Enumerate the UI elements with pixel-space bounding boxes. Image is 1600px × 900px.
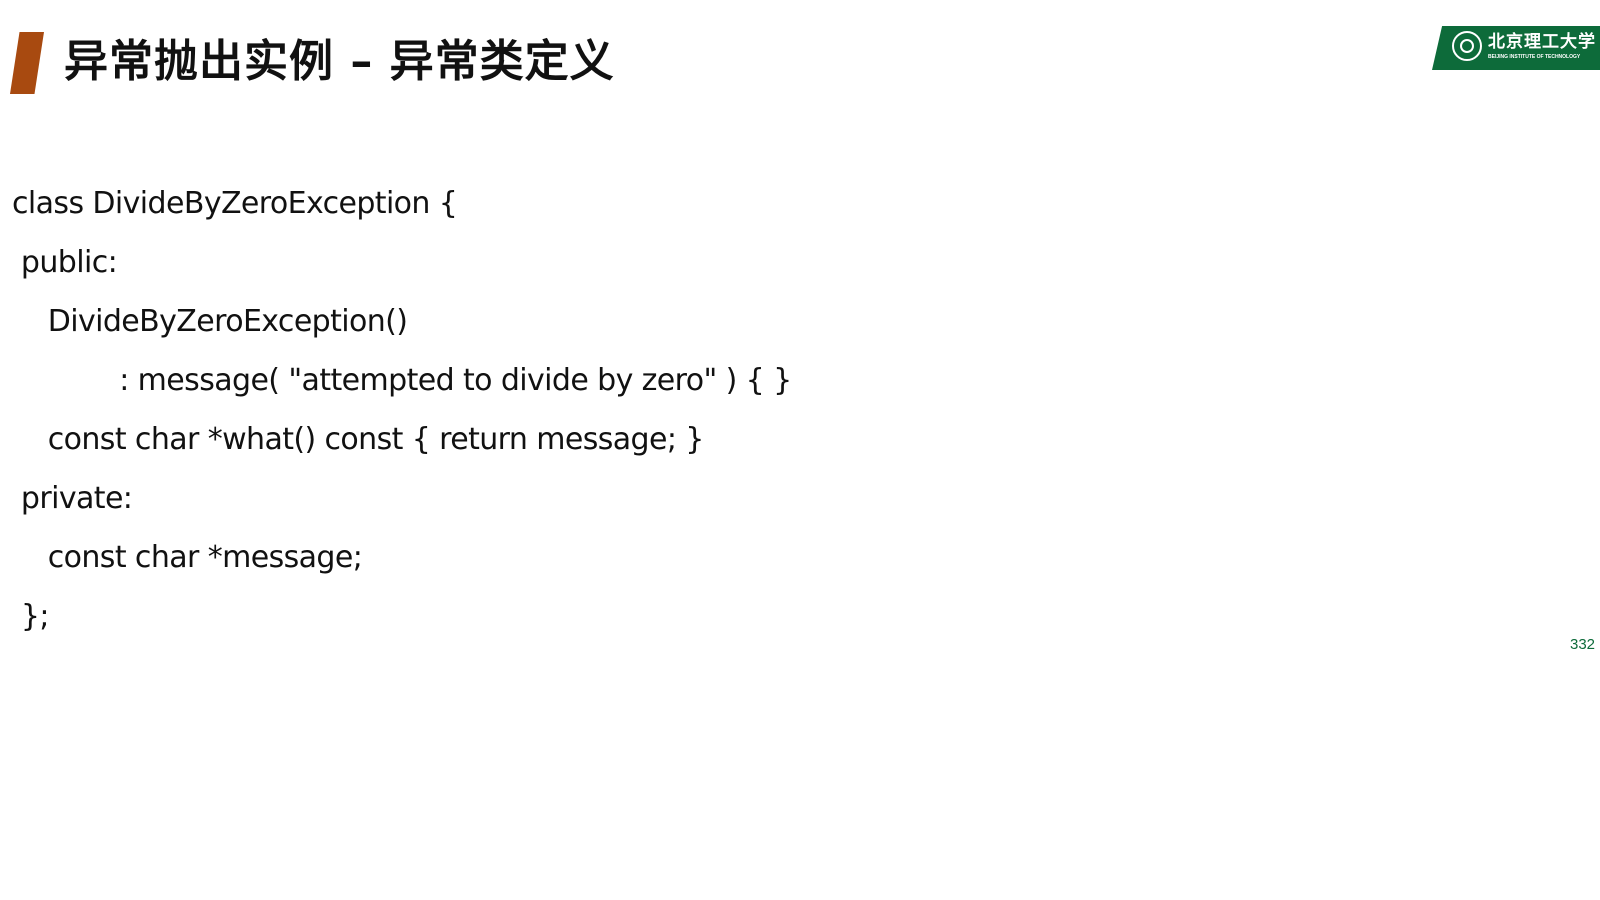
emblem-icon: [1452, 31, 1482, 61]
code-line: private:: [12, 481, 133, 516]
code-line: };: [12, 599, 50, 634]
page-number: 332: [1570, 636, 1596, 653]
slide-title: 异常抛出实例 – 异常类定义: [64, 36, 615, 87]
logo-subtitle: BEIJING INSTITUTE OF TECHNOLOGY: [1488, 54, 1581, 60]
slide: 异常抛出实例 – 异常类定义 北京理工大学 BEIJING INSTITUTE …: [0, 0, 1600, 900]
logo-name: 北京理工大学: [1488, 32, 1596, 52]
code-line: DivideByZeroException(): [12, 304, 408, 339]
code-line: public:: [12, 245, 118, 280]
code-line: : message( "attempted to divide by zero"…: [12, 363, 792, 398]
code-line: const char *message;: [12, 540, 363, 575]
code-line: const char *what() const { return messag…: [12, 422, 705, 457]
university-logo: 北京理工大学 BEIJING INSTITUTE OF TECHNOLOGY: [1432, 26, 1600, 70]
title-accent-bar: [10, 32, 44, 94]
code-line: class DivideByZeroException {: [12, 186, 458, 221]
